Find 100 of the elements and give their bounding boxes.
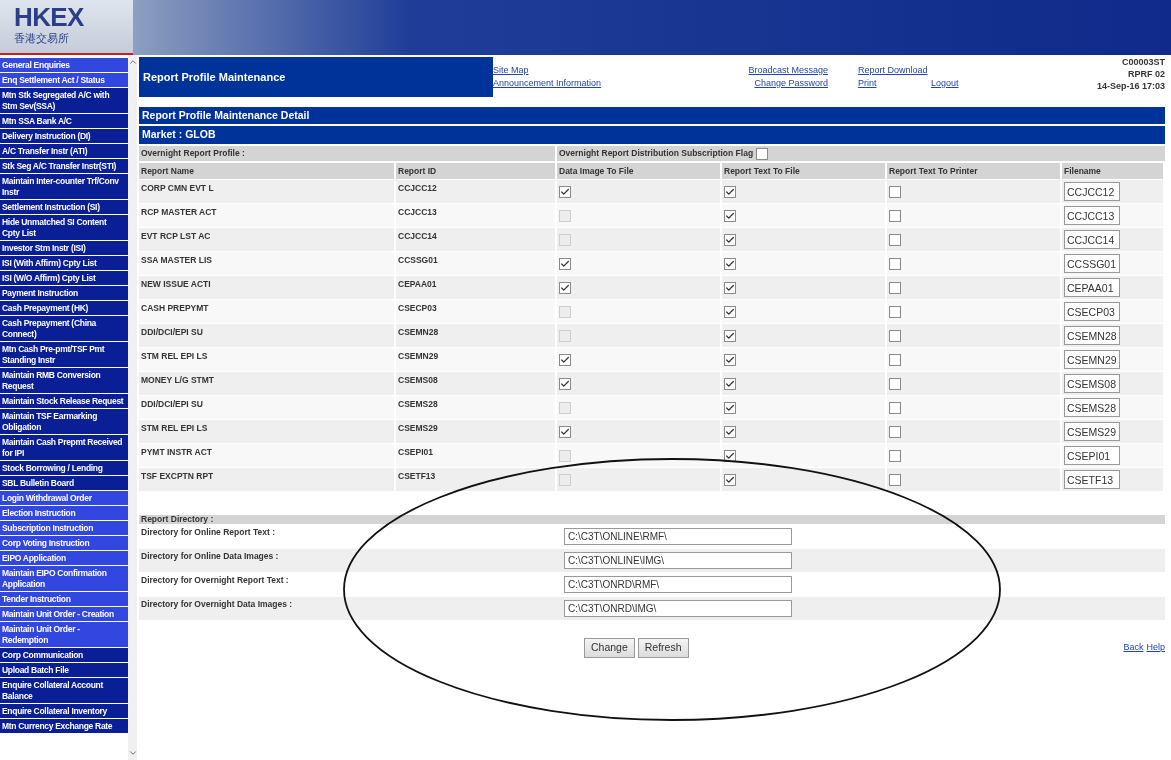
checkbox[interactable] bbox=[889, 257, 901, 270]
sidebar-item[interactable]: Corp Voting Instruction bbox=[0, 536, 128, 551]
checkbox[interactable] bbox=[889, 449, 901, 462]
filename-field[interactable]: CCJCC14 bbox=[1064, 230, 1120, 249]
sidebar-item[interactable]: A/C Transfer Instr (ATI) bbox=[0, 144, 128, 159]
checkbox[interactable] bbox=[889, 377, 901, 390]
scroll-down-icon[interactable] bbox=[127, 748, 138, 758]
filename-field[interactable]: CSEPI01 bbox=[1064, 446, 1120, 465]
header-link[interactable]: Broadcast Message bbox=[748, 65, 828, 75]
sidebar-item[interactable]: Corp Communication bbox=[0, 648, 128, 663]
sidebar-item[interactable]: Delivery Instruction (DI) bbox=[0, 129, 128, 144]
filename-field[interactable]: CEPAA01 bbox=[1064, 278, 1120, 297]
checkbox[interactable] bbox=[724, 329, 736, 342]
filename-field[interactable]: CCJCC12 bbox=[1064, 182, 1120, 201]
filename-field[interactable]: CSEMN28 bbox=[1064, 326, 1120, 345]
sidebar-item[interactable]: Stk Seg A/C Transfer Instr(STI) bbox=[0, 159, 128, 174]
checkbox[interactable] bbox=[724, 233, 736, 246]
checkbox[interactable] bbox=[724, 257, 736, 270]
header-link[interactable]: Announcement Information bbox=[493, 78, 602, 88]
sidebar-item[interactable]: Cash Prepayment (China Connect) bbox=[0, 316, 128, 342]
filename-field[interactable]: CCSSG01 bbox=[1064, 254, 1120, 273]
checkbox[interactable] bbox=[559, 257, 571, 270]
sidebar-item[interactable]: Investor Stm Instr (ISI) bbox=[0, 241, 128, 256]
checkbox[interactable] bbox=[724, 353, 736, 366]
sidebar-item[interactable]: Stock Borrowing / Lending bbox=[0, 461, 128, 476]
checkbox[interactable] bbox=[559, 281, 571, 294]
header-link[interactable]: Report Download bbox=[858, 65, 928, 75]
filename-field[interactable]: CSETF13 bbox=[1064, 470, 1120, 489]
checkbox[interactable] bbox=[724, 401, 736, 414]
sidebar-item[interactable]: Cash Prepayment (HK) bbox=[0, 301, 128, 316]
sidebar-item[interactable]: Upload Batch File bbox=[0, 663, 128, 678]
form-button[interactable]: Refresh bbox=[637, 638, 689, 658]
checkbox[interactable] bbox=[889, 329, 901, 342]
header-link[interactable]: Print bbox=[858, 78, 877, 88]
directory-field[interactable]: C:\C3T\ONRD\RMF\ bbox=[564, 576, 792, 593]
header-link[interactable]: Change Password bbox=[754, 78, 828, 88]
checkbox[interactable] bbox=[559, 425, 571, 438]
sidebar-item[interactable]: Maintain Stock Release Request bbox=[0, 394, 128, 409]
sidebar-item[interactable]: SBL Bulletin Board bbox=[0, 476, 128, 491]
sidebar-item[interactable]: Maintain Cash Prepmt Received for IPI bbox=[0, 435, 128, 461]
filename-field[interactable]: CCJCC13 bbox=[1064, 206, 1120, 225]
checkbox[interactable] bbox=[889, 209, 901, 222]
sidebar-item[interactable]: EIPO Application bbox=[0, 551, 128, 566]
sidebar-item[interactable]: Mtn Stk Segregated A/C with Stm Sev(SSA) bbox=[0, 88, 128, 114]
footer-link[interactable]: Back bbox=[1123, 641, 1144, 655]
sidebar-item[interactable]: Maintain RMB Conversion Request bbox=[0, 368, 128, 394]
checkbox[interactable] bbox=[724, 305, 736, 318]
filename-field[interactable]: CSEMS29 bbox=[1064, 422, 1120, 441]
checkbox[interactable] bbox=[724, 185, 736, 198]
checkbox[interactable] bbox=[559, 377, 571, 390]
sidebar-item[interactable]: Payment Instruction bbox=[0, 286, 128, 301]
checkbox[interactable] bbox=[724, 449, 736, 462]
sidebar-item[interactable]: ISI (With Affirm) Cpty List bbox=[0, 256, 128, 271]
checkbox[interactable] bbox=[559, 353, 571, 366]
checkbox[interactable] bbox=[724, 281, 736, 294]
header-link[interactable]: Logout bbox=[931, 78, 959, 88]
checkbox[interactable] bbox=[724, 473, 736, 486]
sidebar-item[interactable]: Election Instruction bbox=[0, 506, 128, 521]
sidebar-item[interactable]: ISI (W/O Affirm) Cpty List bbox=[0, 271, 128, 286]
directory-field[interactable]: C:\C3T\ONLINE\IMG\ bbox=[564, 552, 792, 569]
checkbox[interactable] bbox=[889, 281, 901, 294]
checkbox[interactable] bbox=[889, 185, 901, 198]
checkbox[interactable] bbox=[724, 377, 736, 390]
sidebar-item[interactable]: Mtn SSA Bank A/C bbox=[0, 114, 128, 129]
sidebar-item[interactable]: Hide Unmatched SI Content Cpty List bbox=[0, 215, 128, 241]
filename-field[interactable]: CSEMS08 bbox=[1064, 374, 1120, 393]
footer-link[interactable]: Help bbox=[1146, 641, 1165, 655]
checkbox[interactable] bbox=[889, 233, 901, 246]
sidebar-item[interactable]: Enq Settlement Act / Status bbox=[0, 73, 128, 88]
scroll-up-icon[interactable] bbox=[127, 57, 138, 67]
header-link[interactable]: Site Map bbox=[493, 65, 529, 75]
checkbox[interactable] bbox=[889, 401, 901, 414]
sidebar-item[interactable]: Login Withdrawal Order bbox=[0, 491, 128, 506]
sidebar-item[interactable]: Subscription Instruction bbox=[0, 521, 128, 536]
sidebar-item[interactable]: Enquire Collateral Account Balance bbox=[0, 678, 128, 704]
checkbox[interactable] bbox=[756, 147, 769, 160]
sidebar-item[interactable]: Mtn Cash Pre-pmt/TSF Pmt Standing Instr bbox=[0, 342, 128, 368]
sidebar-item[interactable]: Mtn Currency Exchange Rate bbox=[0, 719, 128, 734]
scrollbar[interactable] bbox=[128, 55, 137, 760]
sidebar-item[interactable]: General Enquiries bbox=[0, 58, 128, 73]
sidebar-item[interactable]: Maintain Unit Order - Creation bbox=[0, 607, 128, 622]
sidebar-item[interactable]: Maintain Inter-counter Trf/Conv Instr bbox=[0, 174, 128, 200]
checkbox[interactable] bbox=[889, 473, 901, 486]
filename-field[interactable]: CSEMN29 bbox=[1064, 350, 1120, 369]
checkbox[interactable] bbox=[559, 185, 571, 198]
sidebar-item[interactable]: Enquire Collateral Inventory bbox=[0, 704, 128, 719]
checkbox[interactable] bbox=[724, 425, 736, 438]
filename-field[interactable]: CSECP03 bbox=[1064, 302, 1120, 321]
checkbox[interactable] bbox=[889, 353, 901, 366]
sidebar-item[interactable]: Maintain Unit Order - Redemption bbox=[0, 622, 128, 648]
sidebar-item[interactable]: Tender Instruction bbox=[0, 592, 128, 607]
checkbox[interactable] bbox=[889, 425, 901, 438]
filename-field[interactable]: CSEMS28 bbox=[1064, 398, 1120, 417]
sidebar-item[interactable]: Maintain EIPO Confirmation Application bbox=[0, 566, 128, 592]
checkbox[interactable] bbox=[724, 209, 736, 222]
sidebar-item[interactable]: Maintain TSF Earmarking Obligation bbox=[0, 409, 128, 435]
directory-field[interactable]: C:\C3T\ONLINE\RMF\ bbox=[564, 528, 792, 545]
checkbox[interactable] bbox=[889, 305, 901, 318]
sidebar-item[interactable]: Settlement Instruction (SI) bbox=[0, 200, 128, 215]
form-button[interactable]: Change bbox=[583, 638, 635, 658]
